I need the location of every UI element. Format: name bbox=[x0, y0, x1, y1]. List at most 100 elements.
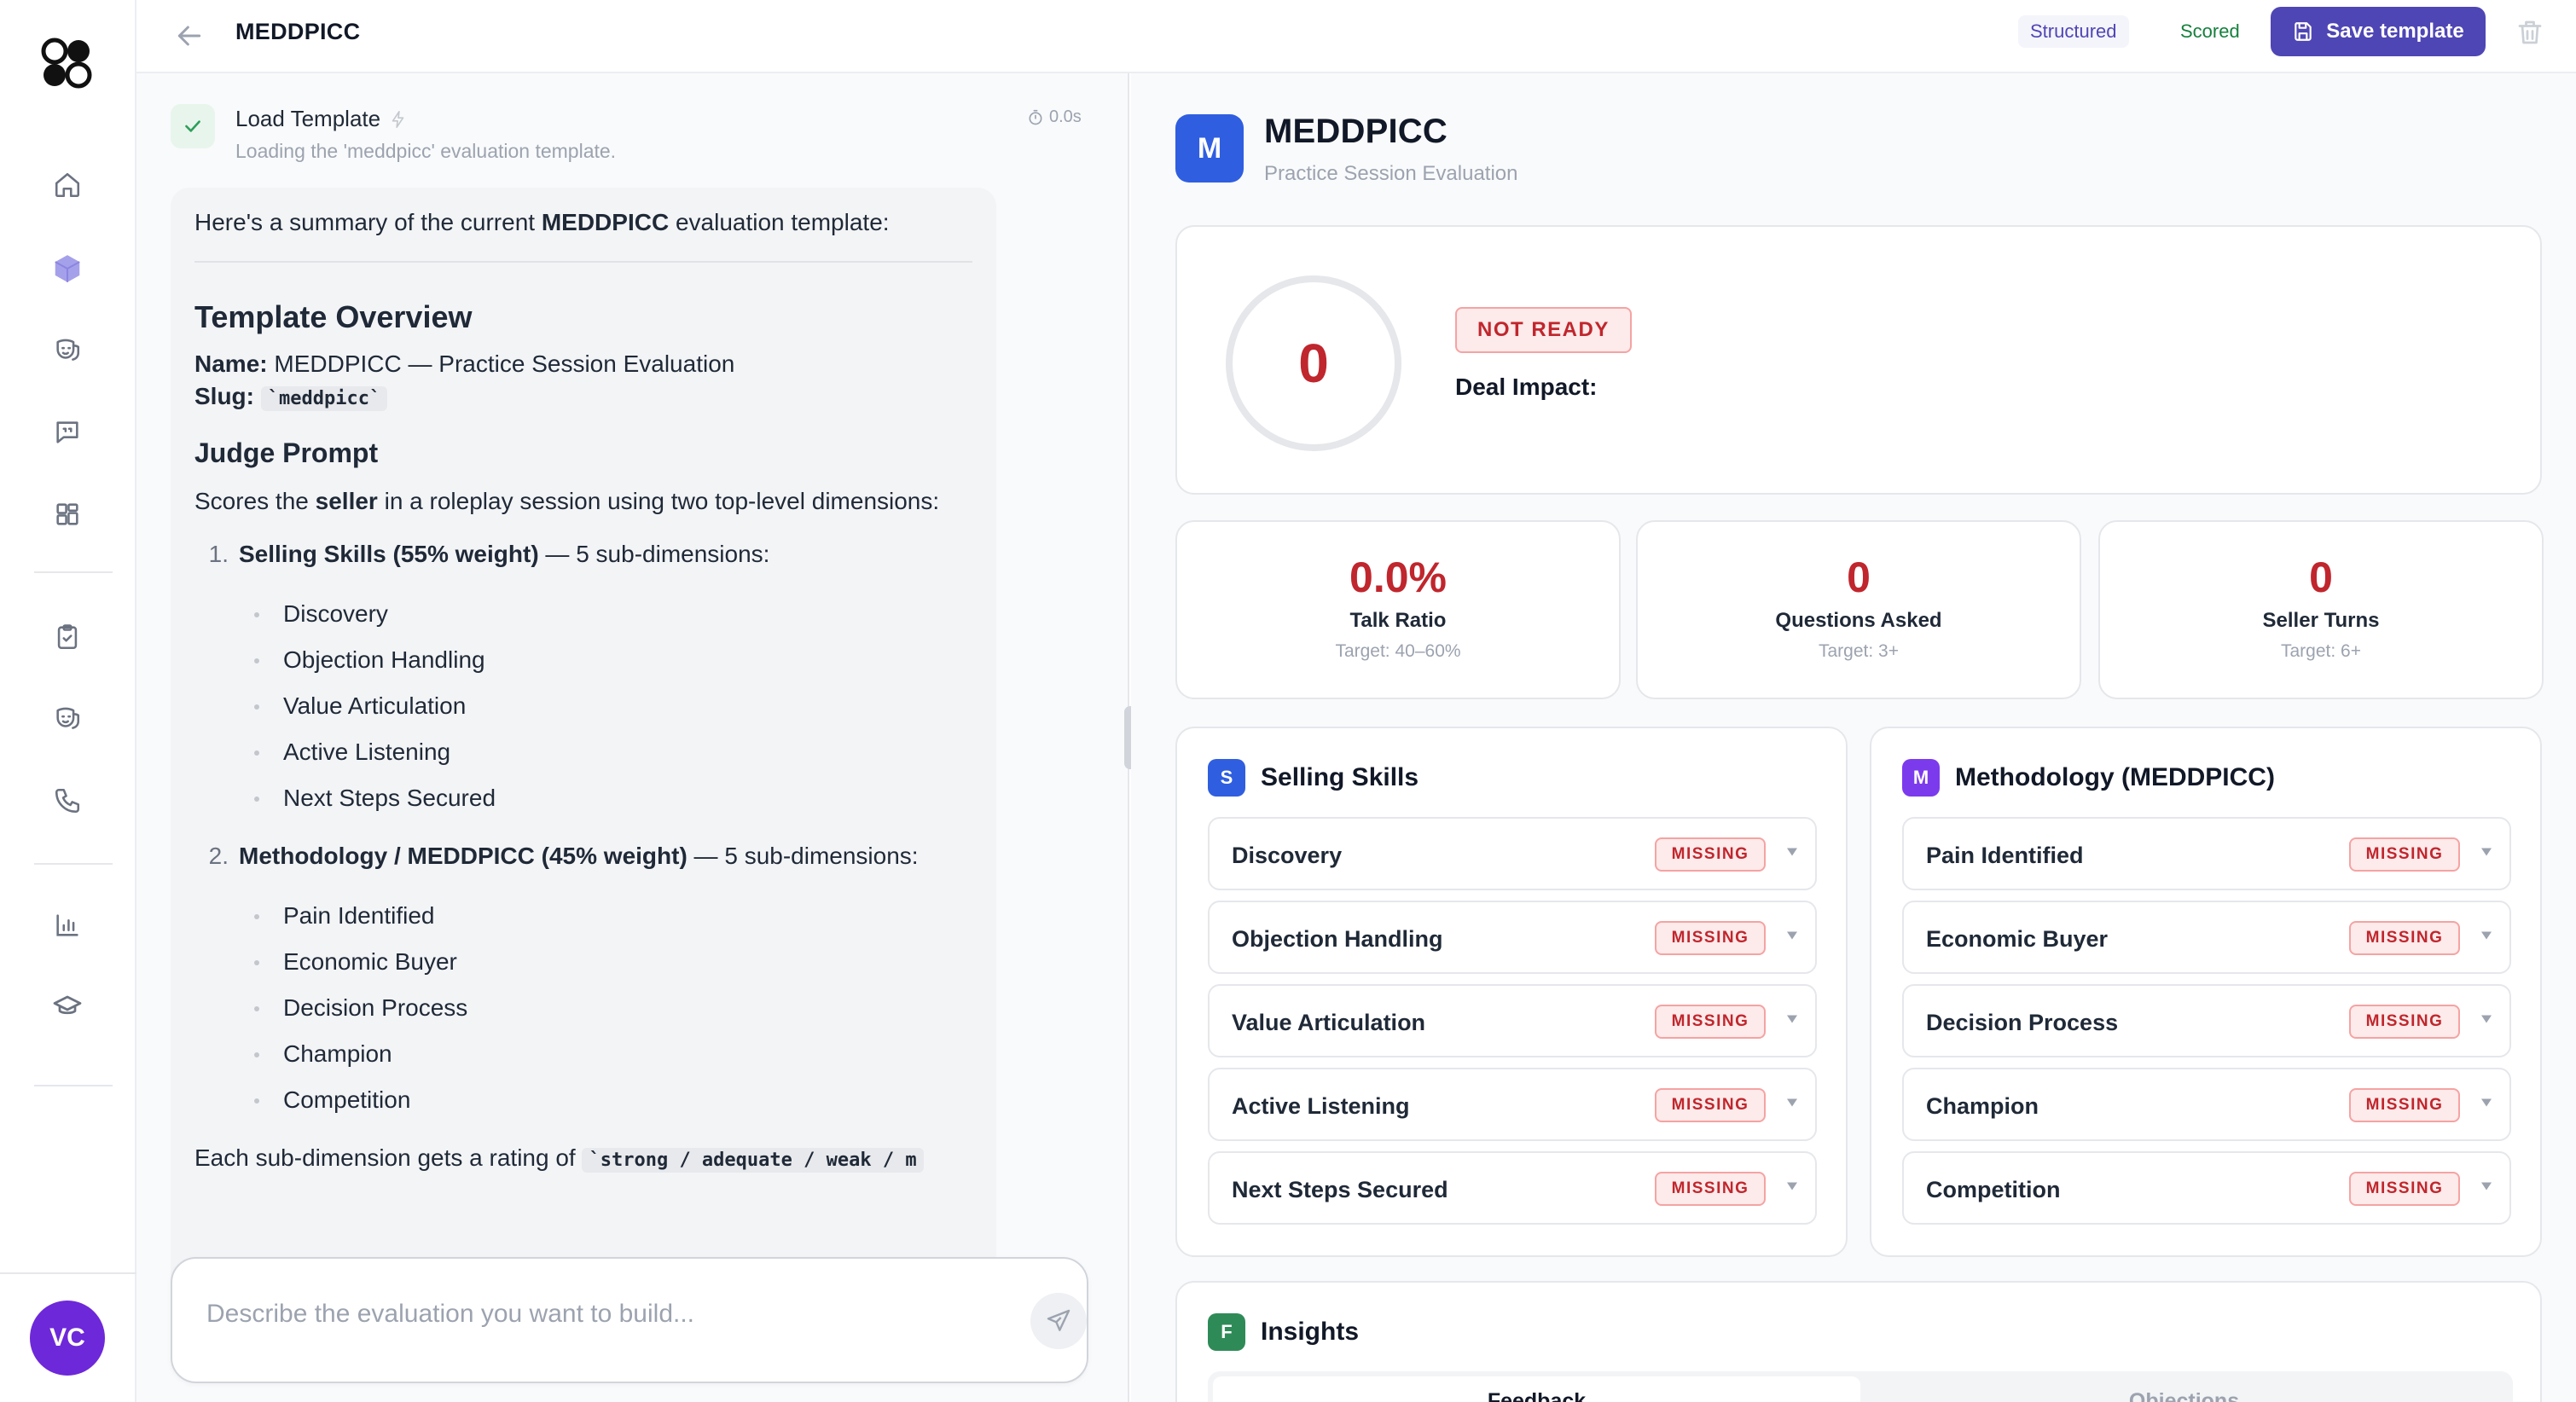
masks-icon[interactable] bbox=[49, 333, 85, 368]
dimension-row[interactable]: Discovery MISSING bbox=[1208, 817, 1817, 890]
sidebar-divider bbox=[0, 1272, 136, 1274]
judge-description: Scores the seller in a roleplay session … bbox=[194, 485, 972, 518]
dimension-row[interactable]: Active Listening MISSING bbox=[1208, 1068, 1817, 1141]
caret-down-icon[interactable] bbox=[2479, 1179, 2494, 1194]
tool-call-subtitle: Loading the 'meddpicc' evaluation templa… bbox=[235, 140, 617, 162]
stat-value: 0.0% bbox=[1349, 553, 1447, 601]
status-badge: MISSING bbox=[1655, 837, 1766, 872]
judge-heading: Judge Prompt bbox=[194, 437, 379, 468]
list-number: 1. bbox=[208, 540, 229, 567]
selling-skills-card: S Selling Skills Discovery MISSING Objec… bbox=[1175, 727, 1848, 1257]
send-icon bbox=[1045, 1307, 1072, 1335]
dimension-name: Objection Handling bbox=[1232, 926, 1443, 952]
status-badge: MISSING bbox=[2349, 837, 2460, 872]
stat-label: Questions Asked bbox=[1775, 609, 1942, 632]
stat-value: 0 bbox=[2309, 553, 2333, 601]
phone-icon[interactable] bbox=[49, 783, 85, 819]
masks-icon[interactable] bbox=[49, 701, 85, 737]
dimension-row[interactable]: Pain Identified MISSING bbox=[1902, 817, 2511, 890]
evaluation-title: MEDDPICC bbox=[1264, 113, 1448, 150]
chat-panel: Load Template Loading the 'meddpicc' eva… bbox=[136, 73, 1129, 1402]
chat-icon[interactable] bbox=[49, 414, 85, 450]
cube-icon[interactable] bbox=[49, 251, 85, 287]
overview-heading: Template Overview bbox=[194, 298, 473, 334]
insights-badge: F bbox=[1208, 1313, 1245, 1351]
dimension-title: Methodology / MEDDPICC (45% weight) bbox=[239, 842, 688, 869]
list-item: Objection Handling bbox=[239, 637, 972, 683]
stat-target: Target: 6+ bbox=[2281, 641, 2361, 661]
sidebar-divider bbox=[34, 863, 113, 865]
caret-down-icon[interactable] bbox=[2479, 928, 2494, 943]
chart-icon[interactable] bbox=[49, 907, 85, 943]
status-badge: MISSING bbox=[2349, 1172, 2460, 1206]
judge-bold: seller bbox=[315, 488, 378, 515]
selling-skills-header: S Selling Skills bbox=[1208, 759, 1419, 797]
send-button[interactable] bbox=[1030, 1293, 1087, 1349]
slug-value: `meddpicc` bbox=[260, 386, 388, 412]
dimension-row[interactable]: Decision Process MISSING bbox=[1902, 984, 2511, 1057]
dimension-row[interactable]: Value Articulation MISSING bbox=[1208, 984, 1817, 1057]
selling-skills-title: Selling Skills bbox=[1261, 763, 1419, 791]
intro-text: Here's a summary of the current bbox=[194, 209, 542, 235]
tab-objections[interactable]: Objections bbox=[1860, 1376, 2508, 1402]
dimension-name: Economic Buyer bbox=[1926, 926, 2109, 952]
dimension-row[interactable]: Objection Handling MISSING bbox=[1208, 901, 1817, 974]
name-label: Name: bbox=[194, 350, 268, 378]
caret-down-icon[interactable] bbox=[2479, 1011, 2494, 1027]
status-badge: MISSING bbox=[1655, 1172, 1766, 1206]
caret-down-icon[interactable] bbox=[1784, 844, 1800, 860]
divider bbox=[194, 260, 972, 263]
status-badge: MISSING bbox=[1655, 1088, 1766, 1122]
insights-card: F Insights Feedback Objections bbox=[1175, 1281, 2542, 1402]
caret-down-icon[interactable] bbox=[1784, 928, 1800, 943]
intro-bold: MEDDPICC bbox=[541, 209, 670, 235]
caret-down-icon[interactable] bbox=[1784, 1179, 1800, 1194]
caret-down-icon[interactable] bbox=[1784, 1095, 1800, 1110]
home-icon[interactable] bbox=[49, 167, 85, 203]
intro-text: evaluation template: bbox=[669, 209, 890, 235]
status-badge: MISSING bbox=[2349, 1005, 2460, 1039]
caret-down-icon[interactable] bbox=[1784, 1011, 1800, 1027]
sidebar-divider bbox=[34, 571, 113, 573]
dimension-row[interactable]: Next Steps Secured MISSING bbox=[1208, 1151, 1817, 1225]
graduation-cap-icon[interactable] bbox=[49, 989, 85, 1025]
status-badge: MISSING bbox=[2349, 921, 2460, 955]
avatar[interactable]: VC bbox=[30, 1301, 105, 1376]
back-arrow-icon[interactable] bbox=[172, 19, 206, 53]
tool-call-label: Load Template bbox=[235, 106, 381, 131]
list-item: Pain Identified bbox=[239, 893, 972, 939]
stat-target: Target: 3+ bbox=[1819, 641, 1899, 661]
selling-skills-badge: S bbox=[1208, 759, 1245, 797]
list-item: Value Articulation bbox=[239, 683, 972, 729]
stat-card-questions-asked: 0 Questions Asked Target: 3+ bbox=[1636, 520, 2081, 699]
dimension-name: Value Articulation bbox=[1232, 1010, 1426, 1035]
evaluation-preview: M MEDDPICC Practice Session Evaluation 0… bbox=[1131, 73, 2576, 1402]
timer-icon bbox=[1027, 109, 1044, 126]
template-slug-line: Slug: `meddpicc` bbox=[194, 380, 972, 413]
score-card: 0 NOT READY Deal Impact: bbox=[1175, 225, 2542, 495]
dimension-row[interactable]: Champion MISSING bbox=[1902, 1068, 2511, 1141]
list-item: Next Steps Secured bbox=[239, 775, 972, 821]
grid-icon[interactable] bbox=[49, 496, 85, 532]
list-item: Discovery bbox=[239, 591, 972, 637]
dimension-row[interactable]: Competition MISSING bbox=[1902, 1151, 2511, 1225]
caret-down-icon[interactable] bbox=[2479, 844, 2494, 860]
status-badge: MISSING bbox=[1655, 1005, 1766, 1039]
message-intro: Here's a summary of the current MEDDPICC… bbox=[194, 206, 972, 239]
chat-input[interactable] bbox=[206, 1293, 974, 1335]
save-template-button[interactable]: Save template bbox=[2271, 7, 2486, 56]
check-icon bbox=[171, 104, 215, 148]
caret-down-icon[interactable] bbox=[2479, 1095, 2494, 1110]
clipboard-icon[interactable] bbox=[49, 619, 85, 655]
tab-feedback[interactable]: Feedback bbox=[1213, 1376, 1860, 1402]
lightning-icon bbox=[389, 110, 408, 129]
sub-dimension-list: Discovery Objection Handling Value Artic… bbox=[239, 591, 972, 821]
dimension-name: Active Listening bbox=[1232, 1093, 1410, 1119]
logo-icon[interactable] bbox=[39, 36, 94, 90]
scored-badge: Scored bbox=[2180, 20, 2240, 42]
status-badge: MISSING bbox=[1655, 921, 1766, 955]
trash-icon[interactable] bbox=[2515, 17, 2545, 48]
tool-call-title[interactable]: Load Template bbox=[235, 106, 408, 132]
dimension-row[interactable]: Economic Buyer MISSING bbox=[1902, 901, 2511, 974]
sub-dimension-list: Pain Identified Economic Buyer Decision … bbox=[239, 893, 972, 1123]
